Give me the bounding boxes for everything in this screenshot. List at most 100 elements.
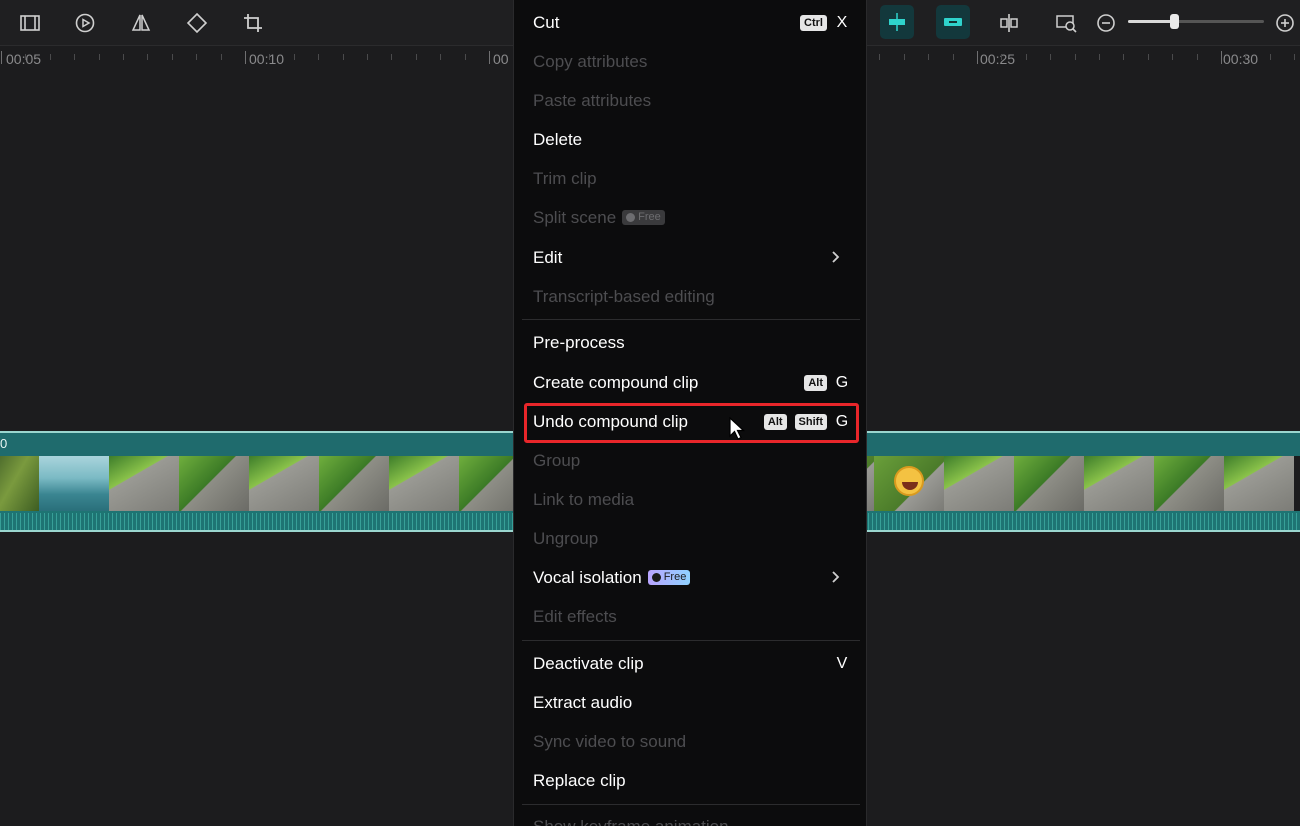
menu-item-label: Transcript-based editing — [533, 286, 715, 306]
menu-item-label: Trim clip — [533, 168, 597, 188]
ruler-tick — [1197, 54, 1198, 60]
menu-item-label: Show keyframe animation — [533, 816, 729, 826]
preview-axis-icon[interactable] — [1052, 9, 1080, 37]
menu-item-pre-process[interactable]: Pre-process — [533, 323, 849, 362]
freeze-frame-icon[interactable] — [16, 9, 44, 37]
free-badge: Free — [647, 570, 691, 585]
ruler-major-tick — [977, 51, 978, 64]
menu-item-edit[interactable]: Edit — [533, 238, 849, 277]
video-editor-app: 00:05 00:10 00 00:25 00:30 0 Cut Ctrl X … — [0, 0, 1300, 826]
ruler-tick — [1099, 54, 1100, 60]
rotate-icon[interactable] — [183, 9, 211, 37]
ruler-major-tick — [1, 51, 2, 64]
ruler-tick — [343, 54, 344, 60]
menu-item-delete[interactable]: Delete — [533, 120, 849, 159]
shortcut-key: Ctrl — [800, 14, 827, 31]
zoom-in-icon[interactable] — [1271, 9, 1299, 37]
ruler-tick — [928, 54, 929, 60]
clip-thumbnail — [179, 456, 249, 511]
ruler-tick — [1001, 54, 1002, 60]
free-badge-icon — [651, 573, 661, 582]
free-badge-label: Free — [638, 211, 661, 223]
menu-item-label: Replace clip — [533, 770, 626, 790]
menu-item-label: Link to media — [533, 489, 635, 509]
free-badge-icon — [626, 213, 636, 222]
menu-item-deactivate-clip[interactable]: Deactivate clip V — [533, 644, 849, 683]
ruler-tick — [99, 54, 100, 60]
ruler-major-tick — [489, 51, 490, 64]
menu-item-show-keyframe-animation[interactable]: Show keyframe animation — [533, 807, 849, 826]
ruler-tick — [953, 54, 954, 60]
ruler-tick — [1123, 54, 1124, 60]
clip-thumbnail — [319, 456, 389, 511]
menu-item-replace-clip[interactable]: Replace clip — [533, 761, 849, 800]
ruler-label: 00:25 — [980, 51, 1016, 67]
menu-item-link-to-media[interactable]: Link to media — [533, 480, 849, 519]
play-circle-icon[interactable] — [71, 9, 99, 37]
menu-item-cut[interactable]: Cut Ctrl X — [533, 3, 849, 42]
clip-thumbnail — [0, 456, 39, 511]
split-preview-icon[interactable] — [995, 9, 1023, 37]
zoom-fill — [1128, 20, 1174, 23]
ruler-tick — [221, 54, 222, 60]
clip-thumbnail — [1154, 456, 1224, 511]
chevron-right-icon — [832, 251, 840, 263]
menu-item-label: Deactivate clip — [533, 653, 644, 673]
clip-thumbnail — [389, 456, 459, 511]
mirror-icon[interactable] — [127, 9, 155, 37]
ruler-tick — [391, 54, 392, 60]
clip-header-label: 0 — [0, 436, 8, 451]
ruler-major-tick — [245, 51, 246, 64]
menu-item-sync-video-to-sound[interactable]: Sync video to sound — [533, 722, 849, 761]
zoom-slider[interactable] — [1128, 14, 1264, 29]
clip-thumbnail — [1084, 456, 1154, 511]
ruler-tick — [1172, 54, 1173, 60]
free-badge: Free — [622, 210, 665, 225]
menu-item-group[interactable]: Group — [533, 441, 849, 480]
menu-item-trim-clip[interactable]: Trim clip — [533, 159, 849, 198]
zoom-out-icon[interactable] — [1092, 9, 1120, 37]
menu-item-label: Vocal isolation — [533, 567, 642, 587]
ruler-tick — [440, 54, 441, 60]
menu-item-paste-attributes[interactable]: Paste attributes — [533, 81, 849, 120]
ruler-tick — [1026, 54, 1027, 60]
menu-item-label: Pre-process — [533, 332, 625, 352]
ruler-tick — [1050, 54, 1051, 60]
link-clips-icon[interactable] — [936, 5, 970, 39]
ruler-tick — [123, 54, 124, 60]
free-badge-label: Free — [663, 571, 687, 583]
ruler-tick — [1294, 54, 1295, 60]
ruler-tick — [1148, 54, 1149, 60]
menu-item-create-compound-clip[interactable]: Create compound clip Alt G — [533, 363, 849, 402]
clip-thumbnail — [1224, 456, 1294, 511]
menu-item-split-scene[interactable]: Split scene Free — [533, 198, 849, 237]
menu-item-vocal-isolation[interactable]: Vocal isolation Free — [533, 558, 849, 597]
ruler-tick — [1075, 54, 1076, 60]
clip-thumbnail — [249, 456, 319, 511]
clip-thumbnail — [874, 456, 944, 511]
clip-thumbnail — [1014, 456, 1084, 511]
menu-item-label: Cut — [533, 12, 560, 32]
magnet-snap-icon[interactable] — [880, 5, 914, 39]
menu-item-label: Edit effects — [533, 606, 617, 626]
ruler-tick — [879, 54, 880, 60]
menu-item-ungroup[interactable]: Ungroup — [533, 519, 849, 558]
ruler-tick — [1245, 54, 1246, 60]
menu-item-transcript-based-editing[interactable]: Transcript-based editing — [533, 277, 849, 316]
menu-item-copy-attributes[interactable]: Copy attributes — [533, 42, 849, 81]
menu-divider — [522, 804, 860, 805]
context-menu: Cut Ctrl X Copy attributes Paste attribu… — [513, 0, 867, 826]
ruler-tick — [416, 54, 417, 60]
ruler-tick — [74, 54, 75, 60]
shortcut: Ctrl X — [800, 3, 849, 42]
ruler-tick — [294, 54, 295, 60]
menu-item-extract-audio[interactable]: Extract audio — [533, 683, 849, 722]
chevron-right-icon — [832, 571, 840, 583]
ruler-tick — [50, 54, 51, 60]
ruler-label: 00:30 — [1223, 51, 1259, 67]
ruler-tick — [147, 54, 148, 60]
zoom-thumb[interactable] — [1170, 14, 1179, 29]
crop-icon[interactable] — [239, 9, 267, 37]
menu-item-edit-effects[interactable]: Edit effects — [533, 597, 849, 636]
clip-thumbnail — [944, 456, 1014, 511]
